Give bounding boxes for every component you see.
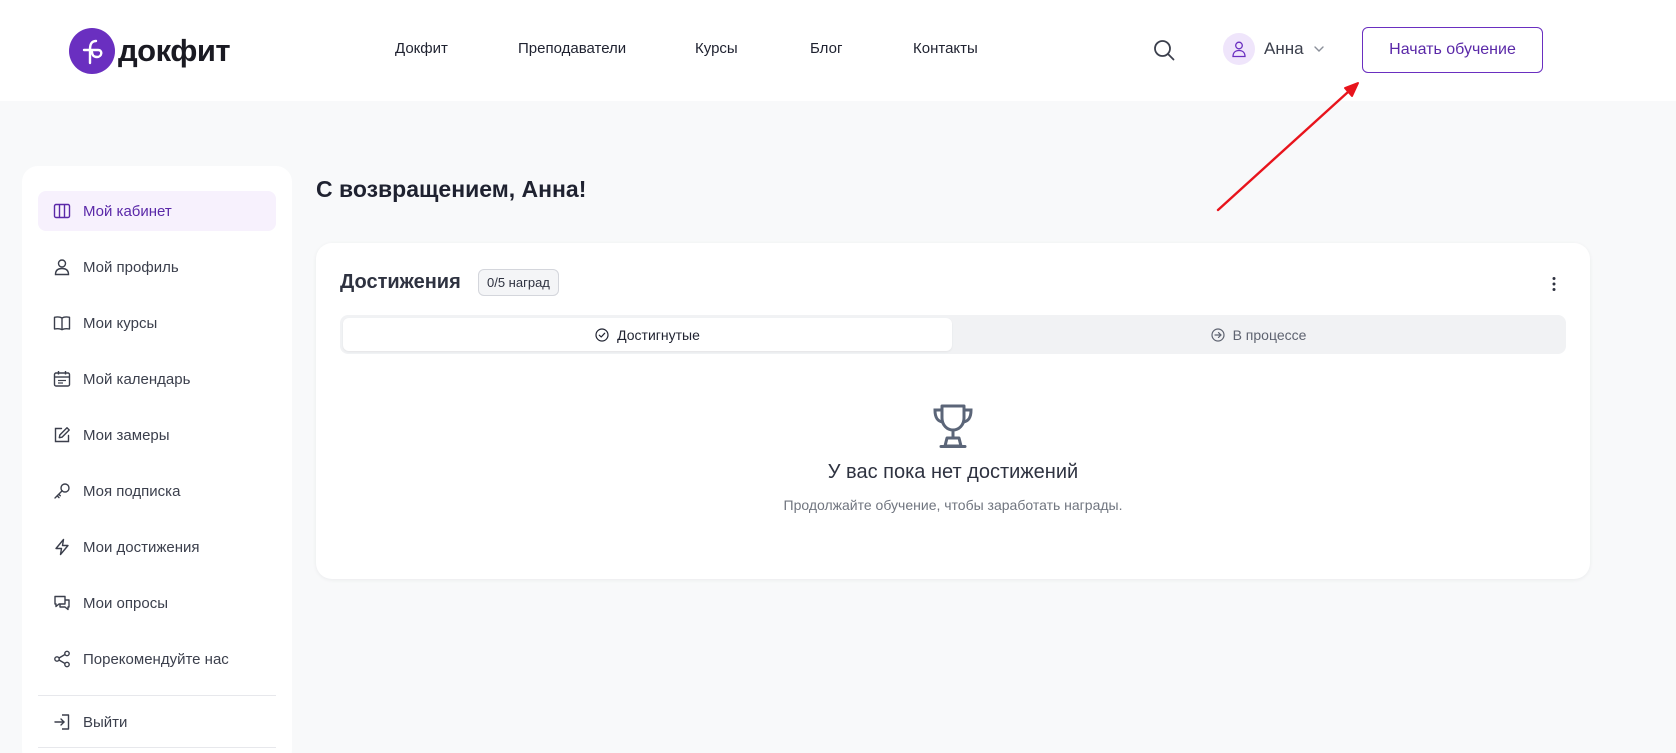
- sidebar-item-label: Мой кабинет: [83, 202, 172, 220]
- sidebar-item-label: Моя подписка: [83, 482, 181, 500]
- sidebar-item-calendar[interactable]: Мой календарь: [38, 359, 276, 399]
- user-menu[interactable]: Анна: [1223, 33, 1325, 65]
- sidebar-item-logout[interactable]: Выйти: [38, 702, 276, 742]
- avatar: [1223, 33, 1255, 65]
- user-icon: [52, 257, 72, 277]
- more-options-button[interactable]: [1542, 272, 1566, 296]
- page-title: С возвращением, Анна!: [316, 176, 587, 202]
- achievements-tabs: Достигнутые В процессе: [340, 315, 1566, 354]
- nav-link-contacts[interactable]: Контакты: [913, 40, 978, 57]
- sidebar-item-subscription[interactable]: Моя подписка: [38, 471, 276, 511]
- sidebar-divider: [38, 695, 276, 696]
- book-icon: [52, 313, 72, 333]
- sidebar-item-courses[interactable]: Мои курсы: [38, 303, 276, 343]
- sidebar-item-label: Мои опросы: [83, 594, 168, 612]
- awards-count-badge: 0/5 наград: [478, 269, 559, 296]
- lightning-icon: [52, 537, 72, 557]
- achievements-card: Достижения 0/5 наград Достигнутые В проц…: [316, 243, 1590, 579]
- columns-icon: [52, 201, 72, 221]
- achievements-title: Достижения: [340, 271, 461, 293]
- start-learning-button[interactable]: Начать обучение: [1362, 27, 1543, 73]
- logo-text: докфит: [118, 33, 231, 68]
- sidebar-item-profile[interactable]: Мой профиль: [38, 247, 276, 287]
- logout-icon: [52, 712, 72, 732]
- share-icon: [52, 649, 72, 669]
- sidebar-item-measurements[interactable]: Мои замеры: [38, 415, 276, 455]
- user-icon: [1232, 41, 1246, 58]
- tab-achieved[interactable]: Достигнутые: [343, 318, 952, 351]
- sidebar: Мой кабинет Мой профиль Мои курсы Мой ка…: [22, 166, 292, 753]
- nav-link-blog[interactable]: Блог: [810, 40, 842, 57]
- user-name: Анна: [1264, 39, 1304, 58]
- check-circle-icon: [595, 327, 609, 342]
- nav-link-teachers[interactable]: Преподаватели: [518, 40, 626, 57]
- sidebar-item-surveys[interactable]: Мои опросы: [38, 583, 276, 623]
- sidebar-item-label: Порекомендуйте нас: [83, 650, 229, 668]
- sidebar-divider: [38, 747, 276, 748]
- pencil-icon: [52, 425, 72, 445]
- sidebar-item-label: Мои замеры: [83, 426, 170, 444]
- logo[interactable]: докфит: [69, 28, 231, 74]
- tab-label: В процессе: [1232, 326, 1307, 343]
- empty-state-title: У вас пока нет достижений: [827, 461, 1079, 483]
- tab-label: Достигнутые: [617, 326, 700, 343]
- tab-in-progress[interactable]: В процессе: [954, 318, 1563, 351]
- sidebar-item-label: Мой профиль: [83, 258, 179, 276]
- empty-state-subtitle: Продолжайте обучение, чтобы заработать н…: [783, 497, 1123, 513]
- sidebar-item-label: Выйти: [83, 713, 128, 731]
- nav-link-dokfit[interactable]: Докфит: [395, 40, 448, 57]
- site-header: докфит Докфит Преподаватели Курсы Блог К…: [0, 0, 1676, 101]
- search-icon: [1154, 40, 1175, 61]
- key-icon: [52, 481, 72, 501]
- search-button[interactable]: [1151, 37, 1177, 63]
- chevron-down-icon: [1313, 46, 1324, 52]
- sidebar-item-label: Мой календарь: [83, 370, 191, 388]
- chat-bubbles-icon: [52, 593, 72, 613]
- calendar-icon: [52, 369, 72, 389]
- arrow-circle-icon: [1210, 327, 1225, 342]
- nav-link-courses[interactable]: Курсы: [695, 40, 738, 57]
- sidebar-item-achievements[interactable]: Мои достижения: [38, 527, 276, 567]
- sidebar-item-label: Мои достижения: [83, 538, 200, 556]
- sidebar-item-recommend[interactable]: Порекомендуйте нас: [38, 639, 276, 679]
- kebab-menu-icon: [1552, 277, 1556, 291]
- trophy-icon: [933, 404, 973, 448]
- sidebar-item-dashboard[interactable]: Мой кабинет: [38, 191, 276, 231]
- logo-mark-icon: [69, 28, 115, 74]
- sidebar-item-label: Мои курсы: [83, 314, 158, 332]
